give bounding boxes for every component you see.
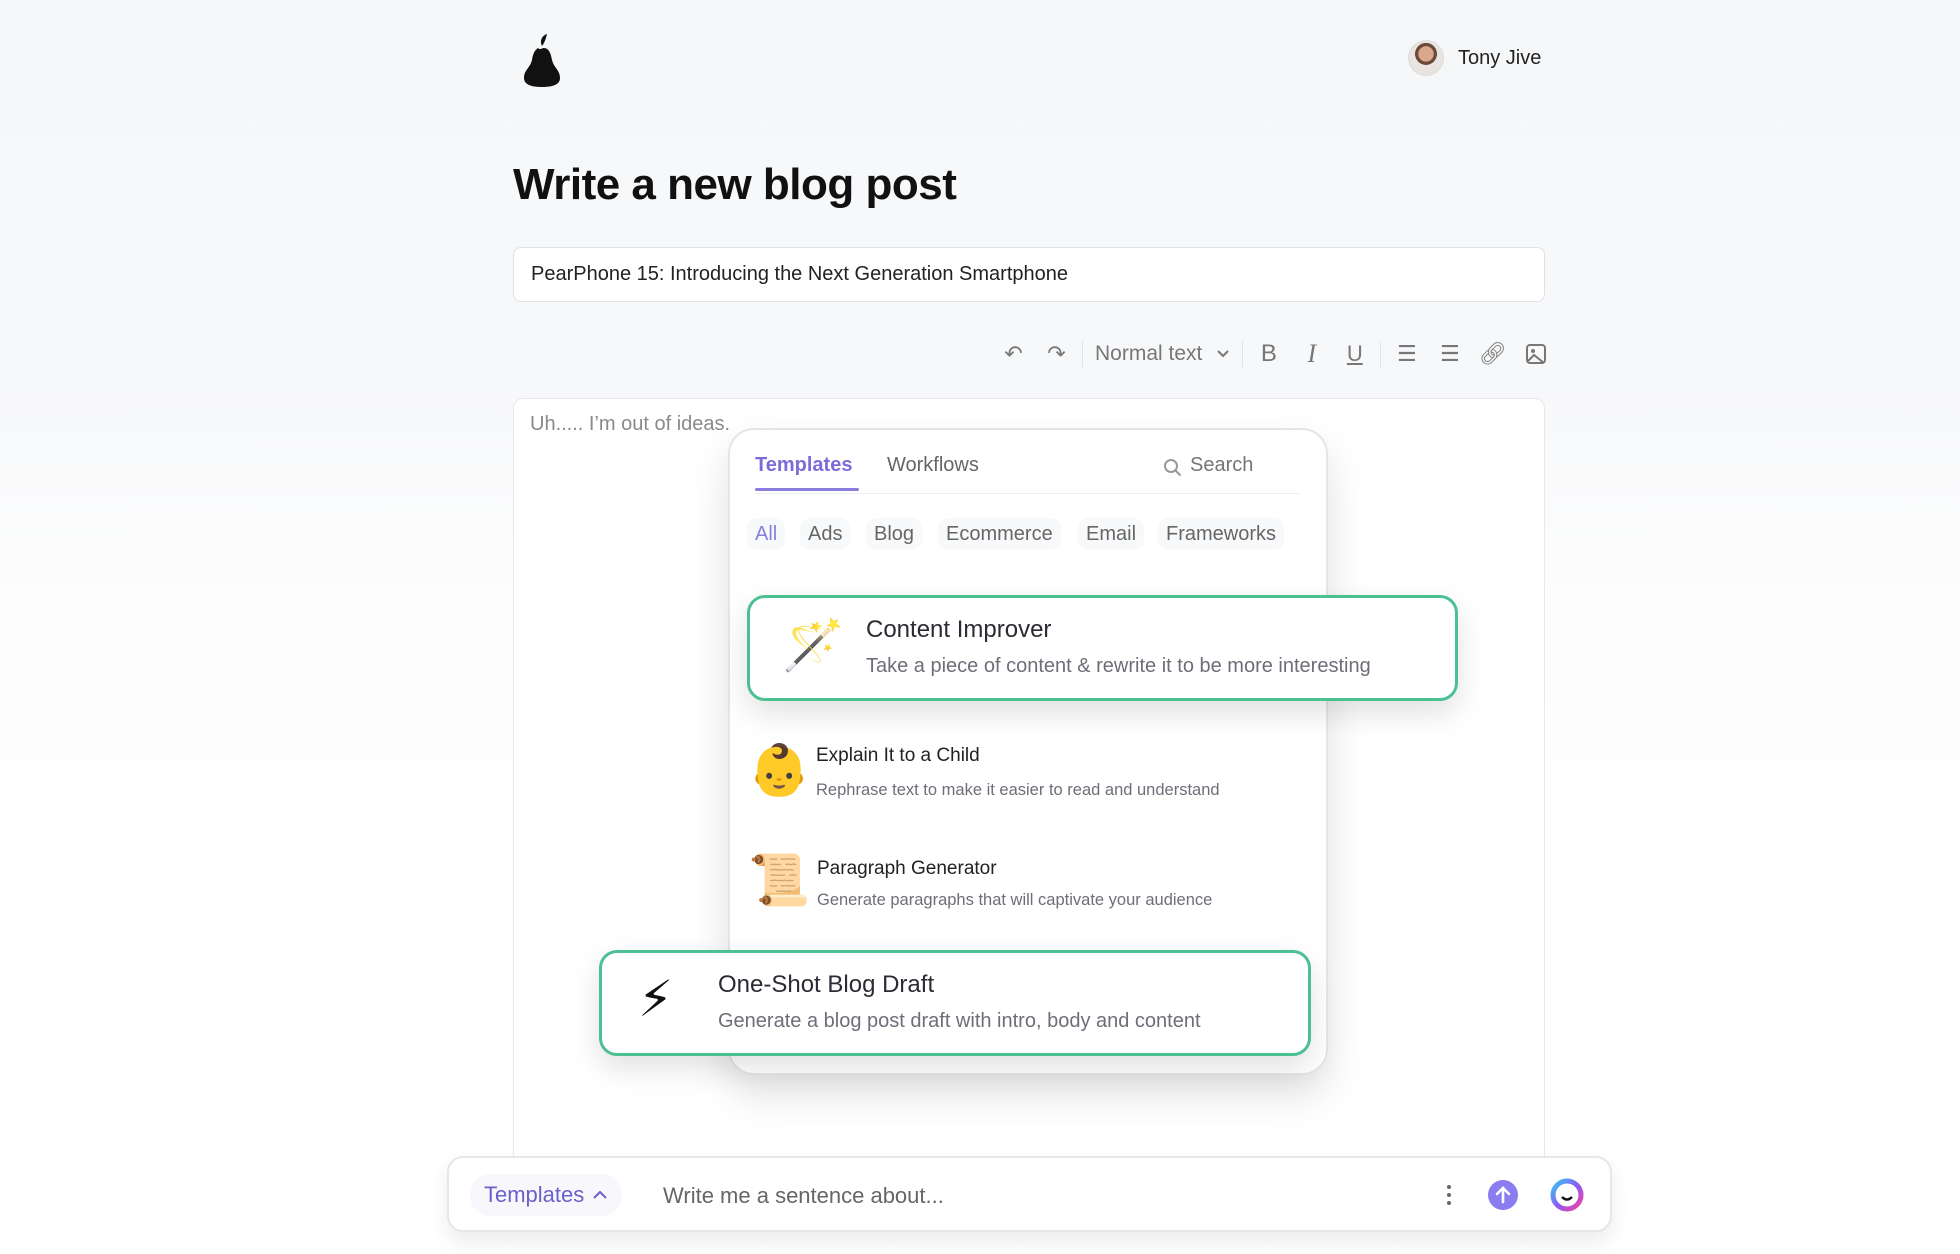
scroll-icon: 📜 <box>748 852 811 908</box>
template-description: Generate a blog post draft with intro, b… <box>718 1010 1201 1032</box>
active-tab-indicator <box>755 488 859 491</box>
underline-icon[interactable]: U <box>1333 336 1376 372</box>
link-icon[interactable]: 🔗︎ <box>1471 336 1514 372</box>
search-icon <box>1164 459 1182 477</box>
template-description: Take a piece of content & rewrite it to … <box>866 655 1371 677</box>
prompt-input[interactable] <box>663 1178 1403 1214</box>
page-title: Write a new blog post <box>513 160 957 209</box>
template-search-input[interactable] <box>1190 454 1300 477</box>
tab-workflows[interactable]: Workflows <box>887 454 979 477</box>
template-title[interactable]: Paragraph Generator <box>817 858 997 880</box>
template-title: Content Improver <box>866 616 1052 643</box>
editor-content[interactable]: Uh..... I’m out of ideas. <box>530 413 730 436</box>
divider <box>755 493 1300 494</box>
more-options-icon[interactable] <box>1436 1180 1462 1210</box>
template-description: Generate paragraphs that will captivate … <box>817 891 1213 909</box>
template-title[interactable]: Explain It to a Child <box>816 745 980 767</box>
template-description: Rephrase text to make it easier to read … <box>816 781 1220 799</box>
divider <box>1242 341 1244 367</box>
lightning-icon: ⚡ <box>638 971 674 1027</box>
category-frameworks[interactable]: Frameworks <box>1158 518 1285 550</box>
chevron-up-icon <box>593 1190 607 1199</box>
editor-toolbar: ↶ ↷ Normal text B I U ☰ ☰ 🔗︎ <box>992 336 1557 372</box>
pear-logo-icon[interactable] <box>520 32 564 88</box>
avatar <box>1408 40 1444 76</box>
undo-icon[interactable]: ↶ <box>992 336 1035 372</box>
image-icon[interactable] <box>1514 336 1557 372</box>
templates-toggle-label: Templates <box>484 1182 585 1207</box>
text-style-label: Normal text <box>1095 342 1203 365</box>
category-ads[interactable]: Ads <box>800 518 851 550</box>
user-name: Tony Jive <box>1458 46 1542 69</box>
magic-wand-icon: 🪄 <box>782 617 845 673</box>
templates-toggle-button[interactable]: Templates <box>470 1174 623 1216</box>
send-arrow-icon[interactable] <box>1487 1179 1519 1211</box>
bullet-list-icon[interactable]: ☰ <box>1385 336 1428 372</box>
category-email[interactable]: Email <box>1078 518 1145 550</box>
template-card-content-improver[interactable] <box>747 595 1458 701</box>
assistant-logo-icon[interactable] <box>1548 1176 1586 1214</box>
user-menu[interactable]: Tony Jive <box>1408 40 1541 76</box>
bold-icon[interactable]: B <box>1247 336 1290 372</box>
italic-icon[interactable]: I <box>1290 336 1333 372</box>
template-card-one-shot-blog-draft[interactable] <box>599 950 1311 1056</box>
category-all[interactable]: All <box>747 518 786 550</box>
numbered-list-icon[interactable]: ☰ <box>1428 336 1471 372</box>
baby-icon: 👶 <box>748 742 811 798</box>
chevron-down-icon <box>1217 350 1230 358</box>
divider <box>1380 341 1382 367</box>
text-style-dropdown[interactable]: Normal text <box>1087 342 1238 366</box>
category-blog[interactable]: Blog <box>866 518 923 550</box>
divider <box>1082 341 1083 367</box>
category-ecommerce[interactable]: Ecommerce <box>938 518 1061 550</box>
tab-templates[interactable]: Templates <box>755 454 852 477</box>
post-title-input[interactable]: PearPhone 15: Introducing the Next Gener… <box>513 247 1545 302</box>
redo-icon[interactable]: ↷ <box>1035 336 1078 372</box>
template-title: One-Shot Blog Draft <box>718 971 935 998</box>
